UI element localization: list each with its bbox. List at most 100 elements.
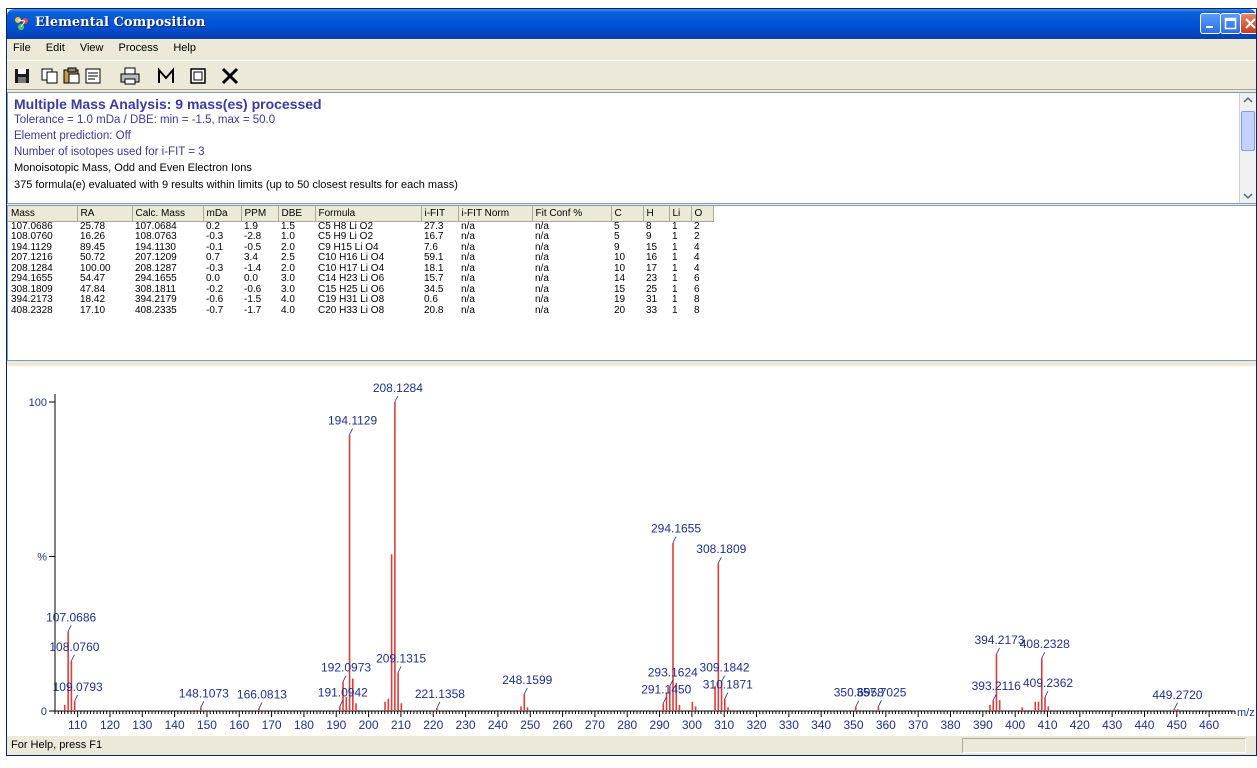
col-ppm[interactable]: PPM xyxy=(241,206,279,222)
col-fit-conf[interactable]: Fit Conf % xyxy=(532,206,612,222)
menu-file[interactable]: File xyxy=(7,39,37,54)
x-tick-label: 320 xyxy=(747,718,767,732)
table-cell: -1.5 xyxy=(244,294,262,305)
table-cell: 394.2173 xyxy=(11,294,53,305)
maximize-button[interactable] xyxy=(1220,13,1241,34)
x-tick-label: 300 xyxy=(682,718,702,732)
status-help-text: For Help, press F1 xyxy=(11,739,103,751)
menu-view[interactable]: View xyxy=(74,39,110,54)
table-cell: -2.8 xyxy=(244,231,262,242)
table-cell: C19 H31 Li O8 xyxy=(318,294,385,305)
table-cell: 294.1655 xyxy=(135,273,177,284)
menu-process[interactable]: Process xyxy=(113,39,165,54)
summary-scrollbar[interactable] xyxy=(1239,93,1256,203)
x-tick-label: 260 xyxy=(553,718,573,732)
x-tick-label: 400 xyxy=(1005,718,1025,732)
scroll-thumb[interactable] xyxy=(1241,111,1255,151)
table-cell: -0.3 xyxy=(206,231,224,242)
table-cell: n/a xyxy=(535,231,549,242)
table-cell: n/a xyxy=(535,273,549,284)
peak-label: 221.1358 xyxy=(415,687,465,701)
window-icon[interactable] xyxy=(187,66,209,86)
x-tick-label: 310 xyxy=(714,718,734,732)
col-o[interactable]: O xyxy=(691,206,714,222)
x-tick-label: 410 xyxy=(1037,718,1057,732)
menu-edit[interactable]: Edit xyxy=(40,39,71,54)
table-cell: -0.7 xyxy=(206,304,224,316)
peak-label-leader xyxy=(394,395,399,403)
col-mda[interactable]: mDa xyxy=(203,206,242,222)
table-row[interactable]: 207.1216 50.72 207.1209 0.7 3.4 2.5 C10 H16 Li… xyxy=(8,252,713,264)
col-li[interactable]: Li xyxy=(669,206,692,222)
table-row[interactable]: 394.2173 18.42 394.2179 -0.6 -1.5 4.0 C19 H31 … xyxy=(8,294,713,306)
peak-label-leader xyxy=(996,647,1000,655)
table-row[interactable]: 408.2328 17.10 408.2335 -0.7 -1.7 4.0 C20 H33 … xyxy=(8,304,713,317)
close-icon xyxy=(1245,18,1256,29)
x-tick-label: 350 xyxy=(844,718,864,732)
table-cell: 14 xyxy=(614,273,626,284)
peak-label: 209.1315 xyxy=(376,651,426,665)
table-row[interactable]: 294.1655 54.47 294.1655 0.0 0.0 3.0 C14 H23 Li… xyxy=(8,273,713,285)
table-cell: 207.1209 xyxy=(135,252,177,263)
isotopes-line: Number of isotopes used for i-FIT = 3 xyxy=(14,146,205,158)
table-cell: n/a xyxy=(461,231,475,242)
evaluated-line: 375 formula(e) evaluated with 9 results … xyxy=(14,179,458,191)
x-tick-label: 390 xyxy=(973,718,993,732)
peak-label: 248.1599 xyxy=(502,673,552,687)
table-cell: 15.7 xyxy=(424,273,444,284)
scroll-up-icon[interactable] xyxy=(1243,96,1253,104)
peak-label-leader xyxy=(349,428,353,435)
col-dbe[interactable]: DBE xyxy=(278,206,316,222)
menu-help[interactable]: Help xyxy=(167,39,202,54)
minimize-button[interactable] xyxy=(1200,13,1221,34)
copy-icon[interactable] xyxy=(39,66,61,86)
col-ifit-norm[interactable]: i-FIT Norm xyxy=(458,206,533,222)
col-mass[interactable]: Mass xyxy=(8,206,78,222)
table-cell: 4.0 xyxy=(281,294,295,305)
table-row[interactable]: 108.0760 16.26 108.0763 -0.3 -2.8 1.0 C5 H9 Li… xyxy=(8,231,713,243)
table-cell: 0.0 xyxy=(206,273,220,284)
peak-label-leader xyxy=(200,701,205,708)
table-cell: 19 xyxy=(614,294,626,305)
y-tick-label: 0 xyxy=(41,706,47,718)
col-c[interactable]: C xyxy=(611,206,644,222)
title-bar[interactable]: Elemental Composition xyxy=(7,9,1256,39)
peak-label-leader xyxy=(436,701,441,709)
peak-label: 291.1450 xyxy=(641,682,691,696)
ions-line: Monoisotopic Mass, Odd and Even Electron… xyxy=(14,162,252,174)
col-h[interactable]: H xyxy=(643,206,670,222)
col-calc-mass[interactable]: Calc. Mass xyxy=(132,206,204,222)
save-icon[interactable] xyxy=(11,66,33,86)
close-button[interactable] xyxy=(1240,13,1256,34)
peak-label-leader xyxy=(71,654,75,661)
peak-label: 191.0942 xyxy=(318,685,368,699)
peak-label: 194.1129 xyxy=(328,414,377,428)
table-cell: 207.1216 xyxy=(11,252,53,263)
col-formula[interactable]: Formula xyxy=(315,206,422,222)
table-cell: 20 xyxy=(614,304,626,316)
results-table: Mass RA Calc. Mass mDa PPM DBE Formula i… xyxy=(8,206,714,316)
spectrum-svg: 0% 100 110 120 130 140 150 160 170 180 190 200 210 22… xyxy=(29,381,1255,732)
scroll-down-icon[interactable] xyxy=(1243,192,1253,200)
table-cell: 3.4 xyxy=(244,252,258,263)
x-tick-label: 200 xyxy=(359,718,379,732)
paste-icon[interactable] xyxy=(83,66,105,86)
maximize-icon xyxy=(1224,17,1237,30)
x-tick-label: 380 xyxy=(940,718,960,732)
x-tick-label: 110 xyxy=(68,718,87,732)
peak-label: 294.1655 xyxy=(651,522,701,536)
table-cell: C20 H33 Li O8 xyxy=(318,304,385,316)
col-ifit[interactable]: i-FIT xyxy=(421,206,459,222)
close-x-icon[interactable] xyxy=(219,66,241,86)
col-ra[interactable]: RA xyxy=(77,206,133,222)
m-icon[interactable] xyxy=(155,66,177,86)
copy-all-icon[interactable] xyxy=(61,66,83,86)
peak-label: 166.0813 xyxy=(237,688,287,702)
peak-label: 293.1624 xyxy=(648,665,698,679)
table-cell: 1 xyxy=(672,294,678,305)
x-tick-label: 290 xyxy=(650,718,670,732)
peak-label: 409.2362 xyxy=(1023,676,1073,690)
peak-label-leader xyxy=(724,692,729,699)
print-icon[interactable] xyxy=(119,66,141,86)
app-icon xyxy=(15,17,28,30)
